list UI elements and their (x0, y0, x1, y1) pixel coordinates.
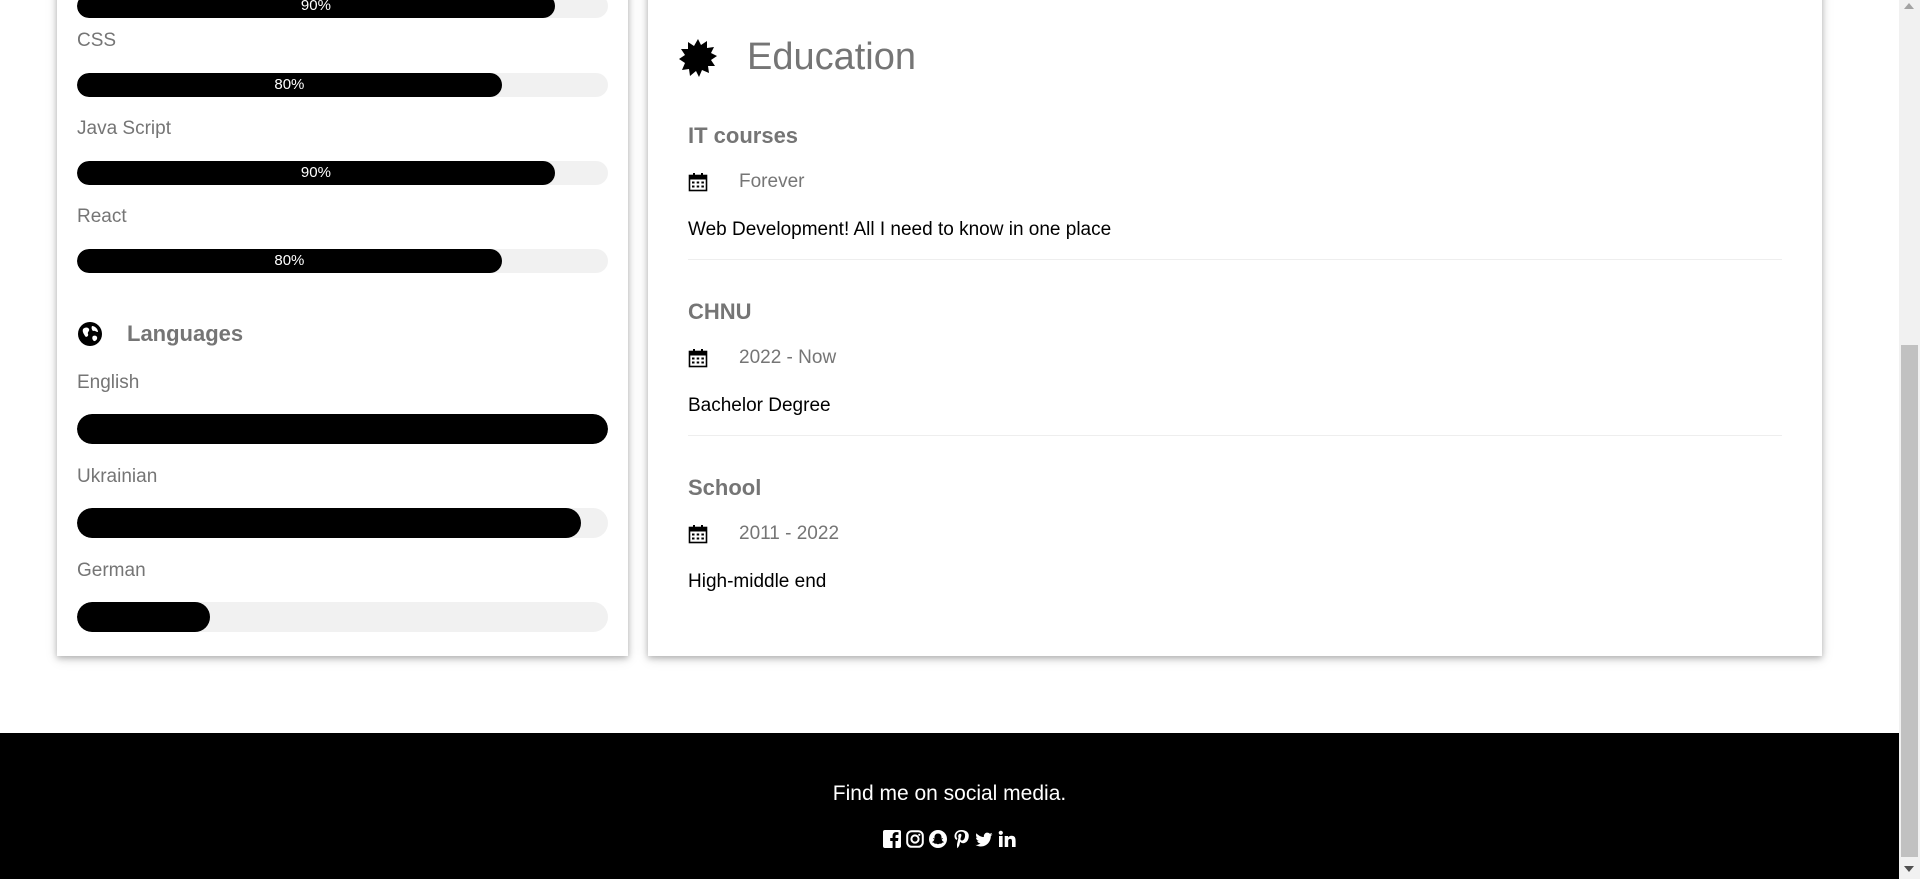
entry-date: Forever (688, 171, 804, 193)
language-bar-track-english (77, 414, 608, 444)
entry-date-text: 2011 - 2022 (739, 523, 840, 544)
education-entry-chnu: CHNU 2022 - Now Bachelor Degree (688, 299, 1782, 436)
entry-date: 2011 - 2022 (688, 523, 839, 545)
instagram-icon[interactable] (906, 829, 924, 849)
social-links (0, 829, 1899, 849)
footer: Find me on social media. (0, 733, 1899, 879)
language-label-ukrainian: Ukrainian (77, 466, 158, 487)
vertical-scrollbar[interactable] (1899, 0, 1920, 879)
pinterest-icon[interactable] (952, 829, 970, 849)
language-bar-fill-english (77, 414, 608, 444)
certificate-icon (677, 37, 719, 79)
entry-date-text: 2022 - Now (739, 347, 837, 368)
snapchat-icon[interactable] (929, 829, 947, 849)
entry-description: Web Development! All I need to know in o… (688, 219, 1112, 240)
skill-bar-track: 90% (77, 0, 608, 18)
skill-label-react: React (77, 206, 127, 227)
skill-bar-track-react: 80% (77, 249, 608, 273)
scroll-down-arrow-icon[interactable] (1904, 866, 1914, 872)
education-card: Education IT courses Forever Web Develop… (648, 0, 1822, 656)
skill-bar-track-javascript: 90% (77, 161, 608, 185)
education-entry-it-courses: IT courses Forever Web Development! All … (688, 123, 1782, 260)
entry-divider (688, 259, 1782, 260)
education-entry-school: School 2011 - 2022 High-middle end (688, 475, 1782, 592)
entry-title: IT courses (688, 123, 799, 148)
skill-percent-css: 80% (274, 76, 305, 93)
entry-description: High-middle end (688, 571, 827, 592)
language-bar-track-german (77, 602, 608, 632)
linkedin-icon[interactable] (998, 829, 1016, 849)
skill-label-javascript: Java Script (77, 118, 171, 139)
language-bar-fill-ukrainian (77, 508, 582, 538)
languages-heading: Languages (77, 321, 243, 347)
globe-icon (77, 321, 103, 347)
page: 90% CSS 80% Java Script 90% React 80% La… (0, 0, 1899, 879)
language-label-german: German (77, 560, 146, 581)
skill-bar-track-css: 80% (77, 73, 608, 97)
skill-percent-react: 80% (274, 252, 305, 269)
skill-label-css: CSS (77, 30, 117, 51)
skills-languages-card: 90% CSS 80% Java Script 90% React 80% La… (57, 0, 628, 656)
skill-percent-javascript: 90% (300, 164, 331, 181)
skill-bar-fill-javascript: 90% (77, 161, 555, 185)
facebook-icon[interactable] (883, 829, 901, 849)
scroll-up-arrow-icon[interactable] (1904, 3, 1914, 9)
education-heading: Education (677, 36, 916, 79)
languages-title: Languages (127, 321, 244, 346)
entry-divider (688, 435, 1782, 436)
entry-description: Bachelor Degree (688, 395, 831, 416)
skill-percent: 90% (300, 0, 331, 14)
calendar-icon (688, 524, 708, 544)
education-title: Education (747, 36, 917, 78)
entry-date: 2022 - Now (688, 347, 836, 369)
calendar-icon (688, 348, 708, 368)
scrollbar-thumb[interactable] (1901, 345, 1918, 857)
language-label-english: English (77, 372, 140, 393)
twitter-icon[interactable] (975, 829, 993, 849)
footer-tagline: Find me on social media. (832, 782, 1067, 805)
skill-bar-fill-react: 80% (77, 249, 502, 273)
entry-date-text: Forever (739, 171, 805, 192)
calendar-icon (688, 172, 708, 192)
language-bar-fill-german (77, 602, 210, 632)
entry-title: School (688, 475, 762, 500)
entry-title: CHNU (688, 299, 752, 324)
skill-bar-fill-css: 80% (77, 73, 502, 97)
skill-bar-fill: 90% (77, 0, 555, 18)
language-bar-track-ukrainian (77, 508, 608, 538)
